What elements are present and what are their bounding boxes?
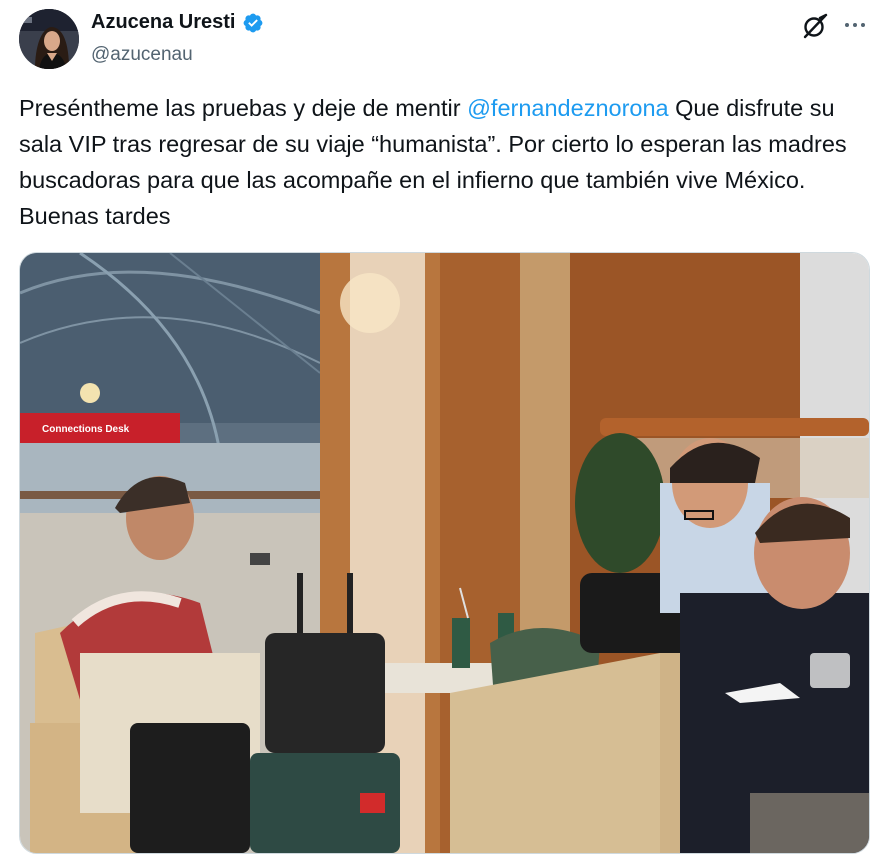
avatar-photo: [19, 9, 79, 69]
verified-badge-icon[interactable]: [242, 12, 264, 34]
grok-icon[interactable]: [801, 12, 829, 40]
lounge-photo: Connections Desk: [20, 253, 869, 853]
tweet-text: Preséntheme las pruebas y deje de mentir…: [19, 90, 869, 234]
more-options-icon[interactable]: [840, 12, 870, 38]
author-display-name[interactable]: Azucena Uresti: [91, 11, 236, 34]
author-handle[interactable]: @azucenau: [91, 44, 193, 66]
tweet-text-part1: Preséntheme las pruebas y deje de mentir: [19, 95, 468, 121]
sign-text: Connections Desk: [42, 424, 130, 435]
author-avatar[interactable]: [19, 9, 79, 69]
tweet-media-photo[interactable]: Connections Desk: [19, 252, 870, 854]
mention-link[interactable]: @fernandeznorona: [467, 95, 669, 121]
